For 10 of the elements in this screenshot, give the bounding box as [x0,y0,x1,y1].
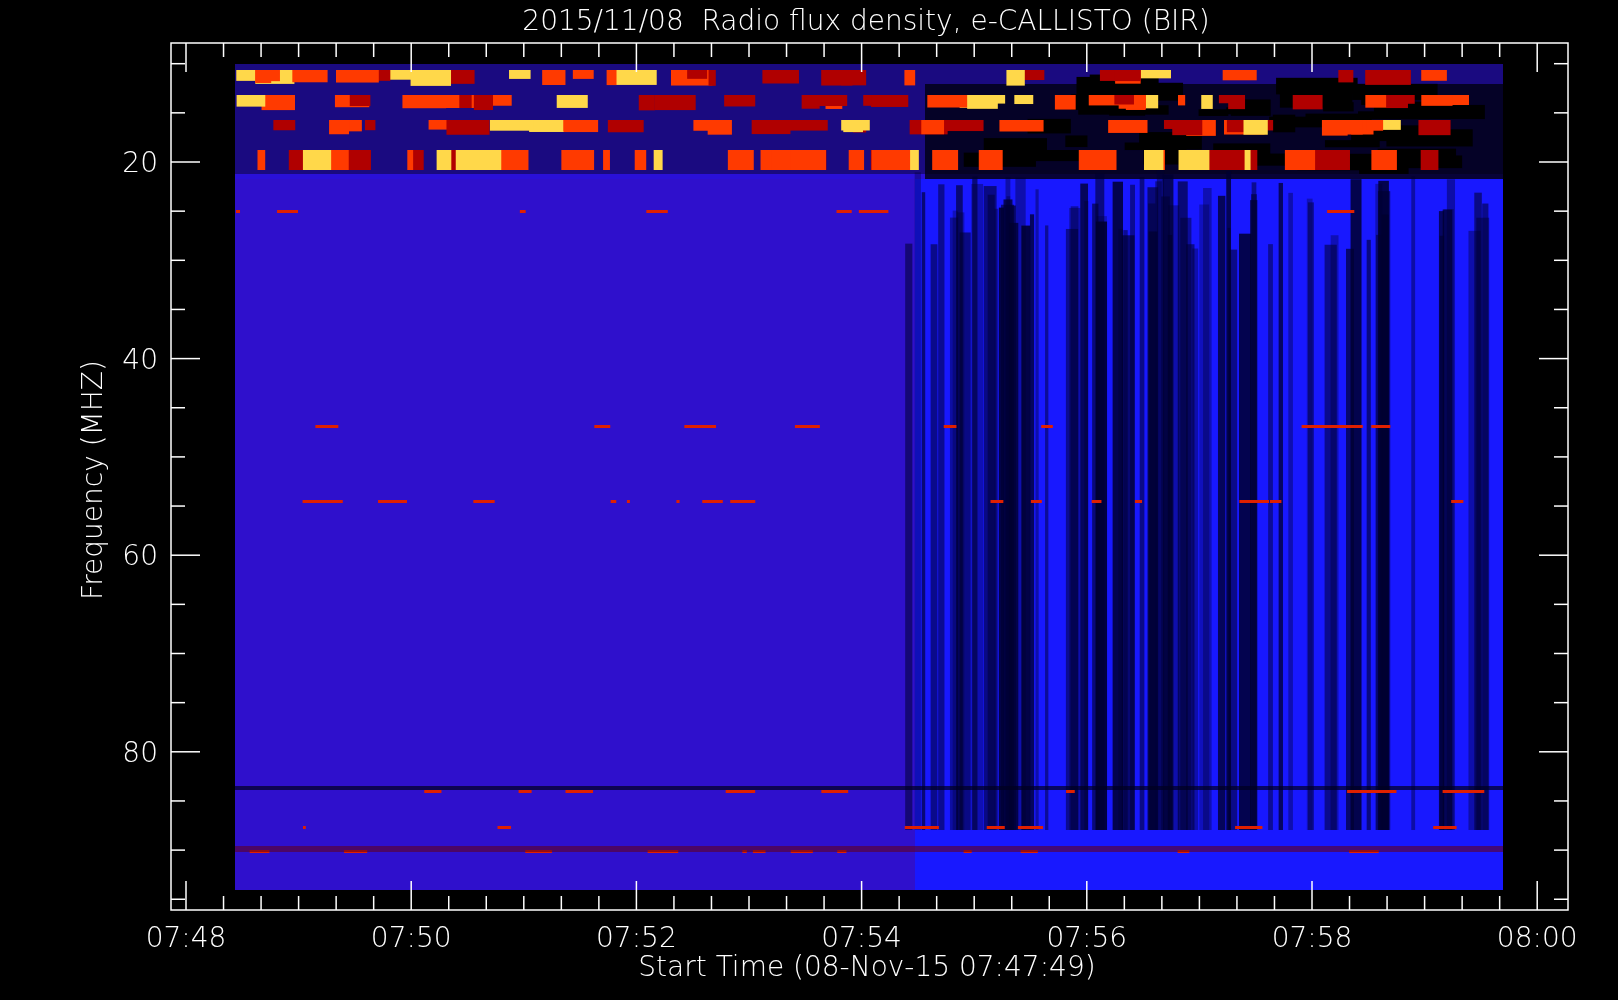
x-tick-label: 07:48 [145,921,227,954]
y-axis-label: Frequency (MHZ) [76,360,109,600]
x-tick-label: 08:00 [1496,921,1578,954]
x-tick-label: 07:50 [370,921,452,954]
y-tick-label: 80 [122,735,158,769]
chart-title: 2015/11/08 Radio flux density, e-CALLISTO (BIR) [522,4,1210,37]
y-tick-label: 20 [122,146,158,179]
x-tick-label: 07:58 [1271,921,1353,954]
y-tick-label: 60 [122,539,158,573]
y-tick-label: 40 [122,342,158,376]
